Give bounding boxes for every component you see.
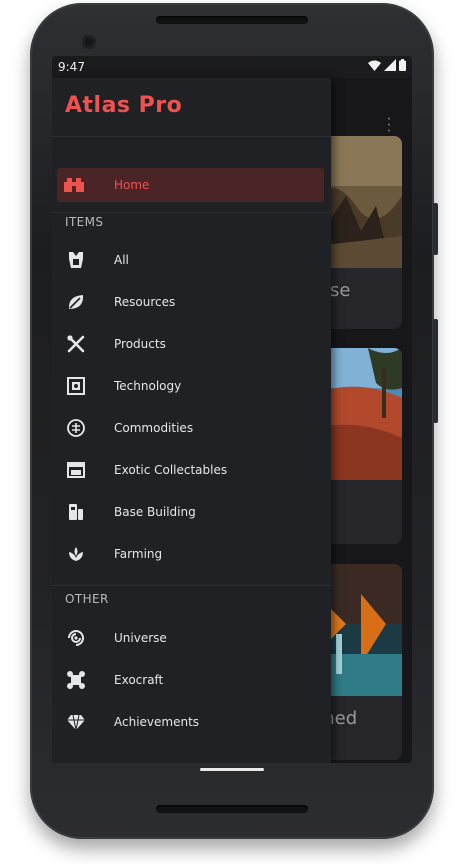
front-camera [82, 35, 96, 49]
drawer-item-label: Universe [114, 631, 167, 645]
galaxy-icon [68, 630, 84, 646]
wifi-icon [368, 60, 381, 71]
drawer-item-exotic-collectables[interactable]: Exotic Collectables [52, 452, 331, 490]
currency-icon [67, 419, 85, 437]
diamond-icon [67, 714, 85, 731]
section-title-items: ITEMS [65, 215, 104, 229]
chip-icon [67, 377, 85, 395]
drawer-item-base-building[interactable]: Base Building [52, 494, 331, 532]
section-divider [52, 585, 331, 586]
drawer-item-home[interactable]: Home [57, 168, 324, 202]
screen: 9:47 · · · se ed Atlas Pro Home ITEMS Al… [52, 56, 412, 763]
status-time: 9:47 [58, 60, 85, 74]
drawer-item-farming[interactable]: Farming [52, 536, 331, 574]
header-divider [52, 136, 331, 137]
drawer-item-universe[interactable]: Universe [52, 620, 331, 658]
drawer-item-label: Exocraft [114, 673, 164, 687]
drawer-item-achievements[interactable]: Achievements [52, 704, 331, 742]
gesture-nav-handle[interactable] [200, 768, 264, 771]
drawer-item-label: All [114, 253, 129, 267]
base-icon [69, 504, 83, 520]
drawer-item-label: Exotic Collectables [114, 463, 228, 477]
navigation-drawer: Atlas Pro Home ITEMS All Resources Produ… [52, 78, 331, 763]
bottom-speaker [156, 805, 308, 813]
drawer-item-label: Base Building [114, 505, 196, 519]
drawer-item-label: Farming [114, 547, 163, 561]
volume-button [433, 319, 438, 423]
drawer-item-commodities[interactable]: Commodities [52, 410, 331, 448]
drawer-item-label: Products [114, 337, 166, 351]
drawer-item-exocraft[interactable]: Exocraft [52, 662, 331, 700]
home-base-icon [64, 178, 84, 192]
section-title-other: OTHER [65, 592, 109, 606]
drawer-item-label: Achievements [114, 715, 200, 729]
drawer-item-label: Home [114, 178, 150, 192]
tools-icon [67, 335, 85, 353]
drawer-item-label: Commodities [114, 421, 194, 435]
leaf-icon [68, 295, 84, 309]
app-title: Atlas Pro [65, 93, 183, 118]
drawer-item-all[interactable]: All [52, 242, 331, 280]
drawer-item-technology[interactable]: Technology [52, 368, 331, 406]
plant-icon [69, 547, 83, 561]
drawer-item-resources[interactable]: Resources [52, 284, 331, 322]
card-title: se [330, 280, 351, 301]
drawer-item-label: Technology [114, 379, 182, 393]
overflow-menu-icon[interactable]: · · · [386, 112, 392, 139]
drawer-item-products[interactable]: Products [52, 326, 331, 364]
armor-icon [69, 252, 83, 268]
section-divider [52, 212, 331, 213]
signal-icon [384, 59, 396, 71]
drawer-item-label: Resources [114, 295, 176, 309]
top-speaker [156, 16, 308, 24]
status-bar: 9:47 [52, 56, 412, 78]
battery-icon [399, 59, 406, 71]
inventory-icon [67, 462, 85, 478]
power-button [433, 203, 438, 255]
rover-icon [67, 671, 85, 689]
status-icons [368, 59, 406, 71]
